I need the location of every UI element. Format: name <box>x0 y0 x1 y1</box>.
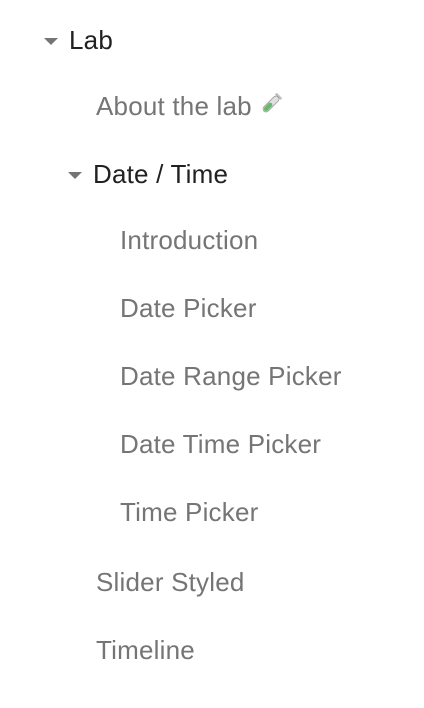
nav-item-slider-styled[interactable]: Slider Styled <box>96 562 245 602</box>
nav-group-lab[interactable]: Lab <box>44 20 113 60</box>
test-tube-icon <box>258 91 284 117</box>
nav-item-label: About the lab <box>96 90 252 121</box>
nav-item-date-range-picker[interactable]: Date Range Picker <box>120 356 342 396</box>
chevron-down-icon[interactable] <box>44 37 58 45</box>
nav-item-label: Date Time Picker <box>120 428 322 459</box>
side-navigation: Lab About the lab Date / Time Introducti… <box>0 0 424 708</box>
nav-item-time-picker[interactable]: Time Picker <box>120 492 258 532</box>
nav-item-introduction[interactable]: Introduction <box>120 220 258 260</box>
nav-item-label: Date Range Picker <box>120 360 342 391</box>
nav-group-label: Date / Time <box>93 158 229 189</box>
nav-item-about-the-lab[interactable]: About the lab <box>96 86 284 126</box>
chevron-down-icon[interactable] <box>68 171 82 179</box>
nav-item-date-picker[interactable]: Date Picker <box>120 288 257 328</box>
nav-item-label: Introduction <box>120 224 259 255</box>
nav-item-label: Slider Styled <box>96 566 245 597</box>
nav-group-date-time[interactable]: Date / Time <box>68 154 228 194</box>
nav-item-label: Time Picker <box>120 496 259 527</box>
nav-item-label: Timeline <box>96 634 195 665</box>
nav-group-label: Lab <box>69 24 113 55</box>
nav-item-timeline[interactable]: Timeline <box>96 630 195 670</box>
nav-item-date-time-picker[interactable]: Date Time Picker <box>120 424 321 464</box>
nav-item-label: Date Picker <box>120 292 257 323</box>
